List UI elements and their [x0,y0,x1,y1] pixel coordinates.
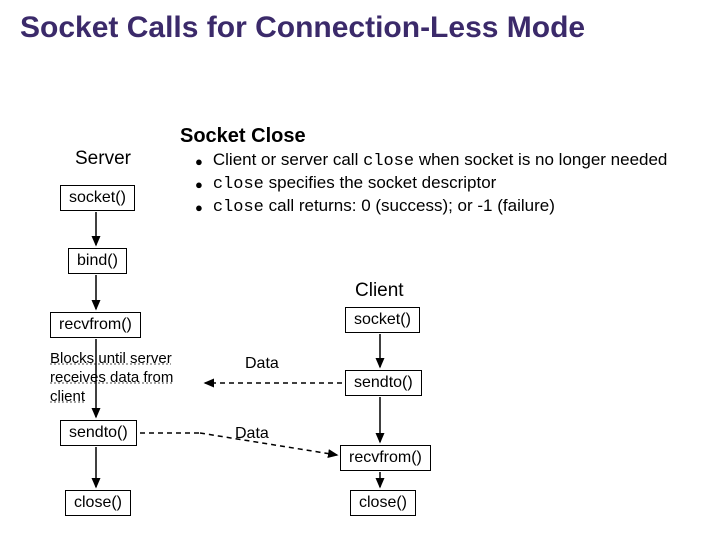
bullet-code: close [363,152,414,171]
client-recvfrom-box: recvfrom() [340,445,431,471]
bullet-text: when socket is no longer needed [419,150,668,169]
data-label-1: Data [245,355,279,373]
bullet-text: specifies the socket descriptor [269,173,497,192]
client-sendto-box: sendto() [345,370,422,396]
client-socket-box: socket() [345,307,420,333]
server-close-box: close() [65,490,131,516]
server-recvfrom-box: recvfrom() [50,312,141,338]
server-column-label: Server [75,148,131,170]
server-sendto-box: sendto() [60,420,137,446]
server-socket-box: socket() [60,185,135,211]
page-title: Socket Calls for Connection-Less Mode [20,10,700,46]
bullet-code: close [213,198,264,217]
data-label-2: Data [235,425,269,443]
client-close-box: close() [350,490,416,516]
bullet-icon: ● [195,200,203,217]
bullet-code: close [213,175,264,194]
client-column-label: Client [355,280,404,302]
subheading-socket-close: Socket Close [180,125,306,148]
server-bind-box: bind() [68,248,127,274]
bullet-icon: ● [195,177,203,194]
bullet-text: Client or server call [213,150,363,169]
blocking-note: Blocks until server receives data from c… [50,350,200,406]
bullet-icon: ● [195,154,203,171]
bullet-list: ● Client or server call close when socke… [195,150,705,219]
bullet-text: call returns: 0 (success); or -1 (failur… [269,196,555,215]
